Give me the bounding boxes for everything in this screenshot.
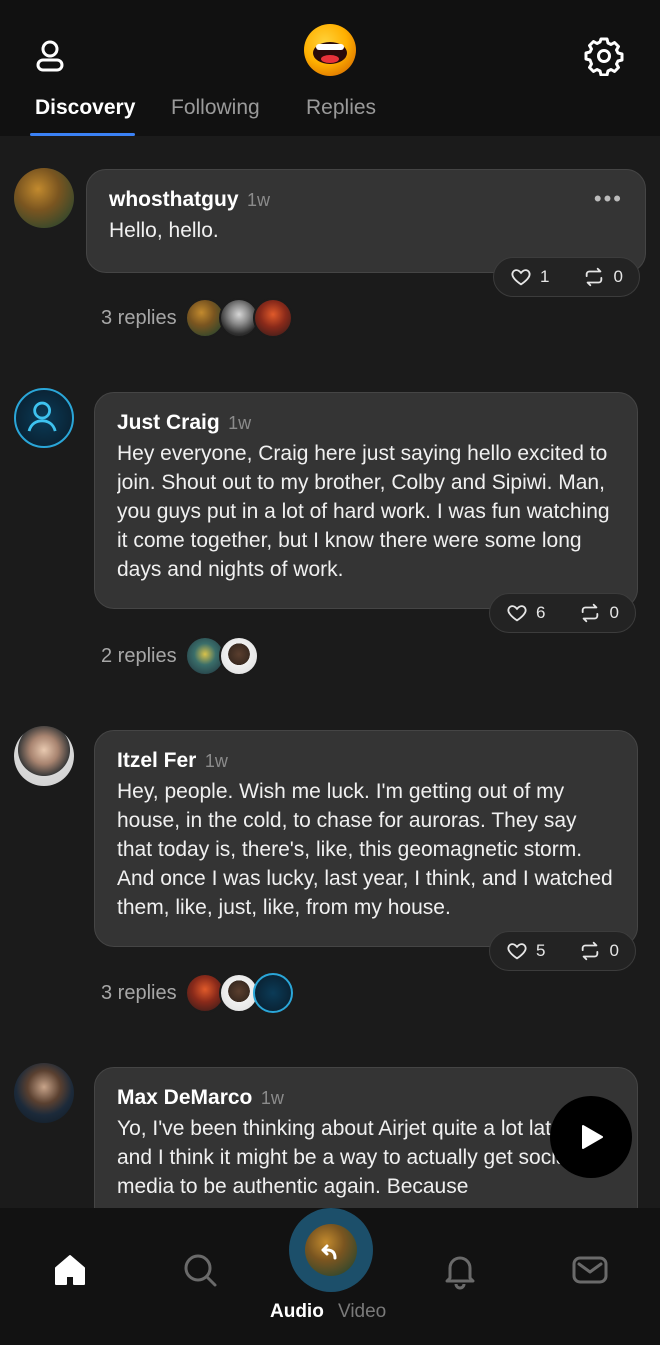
replies-count: 2 replies <box>101 644 177 667</box>
replies-summary[interactable]: 3 replies <box>101 298 293 338</box>
avatar[interactable] <box>14 388 74 448</box>
play-icon <box>582 1125 603 1149</box>
post-stats: 6 0 <box>489 593 636 633</box>
bell-icon[interactable] <box>440 1250 480 1290</box>
author-name[interactable]: Just Craig <box>117 411 220 434</box>
replies-count: 3 replies <box>101 306 177 329</box>
reply-avatars <box>184 298 293 338</box>
author-name[interactable]: Max DeMarco <box>117 1086 252 1109</box>
author-name[interactable]: whosthatguy <box>109 188 239 211</box>
avatar[interactable] <box>14 168 74 228</box>
post-time: 1w <box>246 190 270 210</box>
post-time: 1w <box>260 1088 284 1108</box>
audio-mode-label[interactable]: Audio <box>270 1301 324 1323</box>
replies-count: 3 replies <box>101 981 177 1004</box>
repost-count: 0 <box>609 941 619 960</box>
like-count: 5 <box>536 941 546 960</box>
reply-avatar <box>252 973 293 1013</box>
top-header: Discovery Following Replies <box>0 0 660 136</box>
post-text: Hey everyone, Craig here just saying hel… <box>117 442 610 581</box>
video-mode-label[interactable]: Video <box>338 1301 386 1323</box>
post-bubble[interactable]: Itzel Fer 1w Hey, people. Wish me luck. … <box>94 730 638 947</box>
post-time: 1w <box>228 413 252 433</box>
profile-icon[interactable] <box>30 36 70 76</box>
repost-icon[interactable] <box>583 266 605 288</box>
post-stats: 1 0 <box>493 257 640 297</box>
reply-avatar <box>218 636 259 676</box>
replies-summary[interactable]: 2 replies <box>101 636 259 676</box>
repost-icon[interactable] <box>579 602 601 624</box>
user-silhouette-icon <box>27 401 57 432</box>
app-logo <box>304 24 356 76</box>
avatar[interactable] <box>14 1063 74 1123</box>
post-bubble[interactable]: Just Craig 1w Hey everyone, Craig here j… <box>94 392 638 609</box>
tab-discovery[interactable]: Discovery <box>35 96 135 120</box>
author-name[interactable]: Itzel Fer <box>117 749 196 772</box>
tab-following[interactable]: Following <box>171 96 260 120</box>
audio-record-button[interactable] <box>289 1208 373 1292</box>
home-icon[interactable] <box>50 1250 90 1290</box>
post-text: Hey, people. Wish me luck. I'm getting o… <box>117 780 613 919</box>
like-count: 1 <box>540 267 550 286</box>
current-user-avatar <box>305 1224 357 1276</box>
more-options-icon[interactable]: ••• <box>594 186 623 212</box>
repost-icon[interactable] <box>579 940 601 962</box>
avatar[interactable] <box>14 726 74 786</box>
post-text: Yo, I've been thinking about Airjet quit… <box>117 1117 578 1198</box>
tab-replies[interactable]: Replies <box>306 96 376 120</box>
heart-icon[interactable] <box>510 266 532 288</box>
feed[interactable]: whosthatguy 1w Hello, hello. ••• 1 0 3 r… <box>0 136 660 1208</box>
post-stats: 5 0 <box>489 931 636 971</box>
play-button[interactable] <box>550 1096 632 1178</box>
undo-arrow-icon <box>321 1244 337 1260</box>
heart-icon[interactable] <box>506 940 528 962</box>
repost-count: 0 <box>613 267 623 286</box>
reply-avatars <box>184 636 259 676</box>
post-text: Hello, hello. <box>109 219 219 242</box>
reply-avatars <box>184 973 293 1013</box>
bottom-nav: Audio Video <box>0 1208 660 1345</box>
inbox-icon[interactable] <box>570 1250 610 1290</box>
search-icon[interactable] <box>180 1250 220 1290</box>
replies-summary[interactable]: 3 replies <box>101 973 293 1013</box>
like-count: 6 <box>536 603 546 622</box>
gear-icon[interactable] <box>584 36 624 76</box>
post-time: 1w <box>204 751 228 771</box>
feed-tabs: Discovery Following Replies <box>0 90 660 136</box>
repost-count: 0 <box>609 603 619 622</box>
reply-avatar <box>252 298 293 338</box>
heart-icon[interactable] <box>506 602 528 624</box>
